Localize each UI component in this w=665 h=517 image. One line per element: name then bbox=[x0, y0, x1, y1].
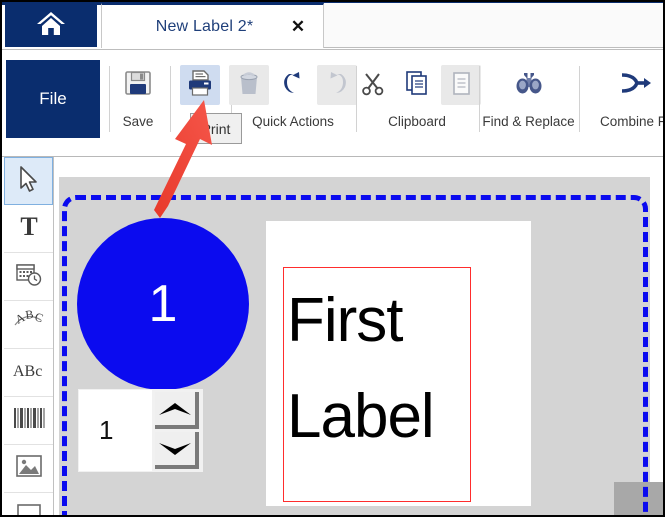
rectangle-shape-icon bbox=[15, 502, 43, 515]
redo-button[interactable] bbox=[317, 65, 357, 105]
copy-icon bbox=[404, 69, 430, 102]
svg-text:ABc: ABc bbox=[13, 363, 42, 380]
ribbon-group-quick-actions[interactable]: Quick Actions bbox=[229, 60, 357, 140]
home-button[interactable] bbox=[5, 3, 97, 47]
svg-text:C: C bbox=[33, 310, 45, 326]
application-window: New Label 2* ✕ File Save Quick Actions C… bbox=[0, 0, 665, 517]
picture-icon bbox=[14, 452, 44, 485]
counter-spinner[interactable]: 1 bbox=[78, 389, 203, 472]
ribbon-group-label-combine-fields: Combine Fi bbox=[599, 114, 665, 129]
ribbon-group-label-save: Save bbox=[122, 114, 154, 129]
delete-button[interactable] bbox=[229, 65, 269, 105]
ribbon-group-find-replace[interactable]: Find & Replace bbox=[482, 60, 575, 140]
left-tool-palette: T A B C ABc bbox=[4, 157, 54, 515]
save-button[interactable] bbox=[118, 65, 158, 105]
scissors-icon bbox=[360, 69, 386, 102]
text-tool[interactable]: T bbox=[4, 205, 53, 253]
ribbon-group-combine-fields[interactable]: Combine Fi bbox=[582, 60, 665, 140]
calendar-clock-icon bbox=[14, 260, 44, 293]
select-pointer-tool[interactable] bbox=[4, 157, 53, 205]
paste-button[interactable] bbox=[441, 65, 481, 105]
group-separator bbox=[170, 66, 171, 132]
selection-rectangle[interactable] bbox=[283, 267, 471, 502]
tab-strip-empty-area bbox=[324, 3, 663, 48]
ribbon-group-clipboard[interactable]: Clipboard bbox=[359, 60, 481, 140]
close-icon[interactable]: ✕ bbox=[281, 17, 323, 37]
abc-text-tool[interactable]: ABc bbox=[4, 349, 53, 397]
cut-button[interactable] bbox=[353, 65, 393, 105]
barcode-tool[interactable] bbox=[4, 397, 53, 445]
ribbon-group-save[interactable]: Save bbox=[112, 60, 164, 140]
tab-strip: New Label 2* ✕ bbox=[2, 2, 663, 50]
combine-fields-button[interactable] bbox=[615, 65, 655, 105]
chevron-up-icon bbox=[159, 402, 191, 415]
ribbon-group-label-clipboard: Clipboard bbox=[388, 114, 446, 129]
chevron-down-icon bbox=[159, 442, 191, 455]
ribbon-toolbar: File Save Quick Actions Clipboard Find &… bbox=[2, 50, 665, 157]
curved-text-tool[interactable]: A B C bbox=[4, 301, 53, 349]
file-menu-button[interactable]: File bbox=[6, 60, 100, 138]
curved-abc-icon: A B C bbox=[12, 307, 46, 341]
counter-spinner-buttons bbox=[152, 389, 202, 472]
barcode-icon bbox=[12, 406, 46, 435]
svg-text:B: B bbox=[24, 308, 34, 322]
copy-button[interactable] bbox=[397, 65, 437, 105]
group-separator bbox=[579, 66, 580, 132]
abc-icon: ABc bbox=[11, 357, 47, 388]
counter-value-field[interactable]: 1 bbox=[79, 390, 152, 471]
printer-icon bbox=[185, 68, 215, 103]
ribbon-group-label-quick-actions: Quick Actions bbox=[252, 114, 334, 129]
text-t-icon: T bbox=[16, 212, 42, 245]
circle-counter-value: 1 bbox=[148, 275, 178, 333]
group-separator bbox=[109, 66, 110, 132]
svg-text:T: T bbox=[20, 212, 37, 240]
find-replace-button[interactable] bbox=[509, 65, 549, 105]
pointer-cursor-icon bbox=[16, 164, 42, 199]
document-tab[interactable]: New Label 2* ✕ bbox=[101, 3, 324, 48]
group-separator bbox=[479, 66, 480, 132]
binoculars-icon bbox=[514, 69, 544, 102]
tab-title: New Label 2* bbox=[155, 17, 254, 35]
print-button[interactable] bbox=[180, 65, 220, 105]
label-surface[interactable]: First Label 1 1 bbox=[59, 177, 663, 515]
undo-button[interactable] bbox=[273, 65, 313, 105]
grey-band-decoration bbox=[614, 482, 663, 515]
redo-icon bbox=[324, 69, 350, 102]
date-time-tool[interactable] bbox=[4, 253, 53, 301]
print-tooltip: Print bbox=[190, 113, 242, 144]
undo-icon bbox=[280, 69, 306, 102]
label-canvas[interactable]: First Label 1 1 bbox=[54, 157, 663, 515]
counter-decrement-button[interactable] bbox=[155, 432, 199, 469]
save-floppy-icon bbox=[123, 68, 153, 103]
image-tool[interactable] bbox=[4, 445, 53, 493]
combine-fields-icon bbox=[618, 70, 652, 101]
counter-increment-button[interactable] bbox=[155, 392, 199, 429]
ribbon-group-label-find-replace: Find & Replace bbox=[482, 114, 575, 129]
paste-icon bbox=[448, 69, 474, 102]
shape-tool[interactable] bbox=[4, 493, 53, 515]
home-icon bbox=[36, 9, 66, 42]
trash-icon bbox=[236, 69, 262, 102]
circle-counter-object[interactable]: 1 bbox=[77, 218, 249, 390]
